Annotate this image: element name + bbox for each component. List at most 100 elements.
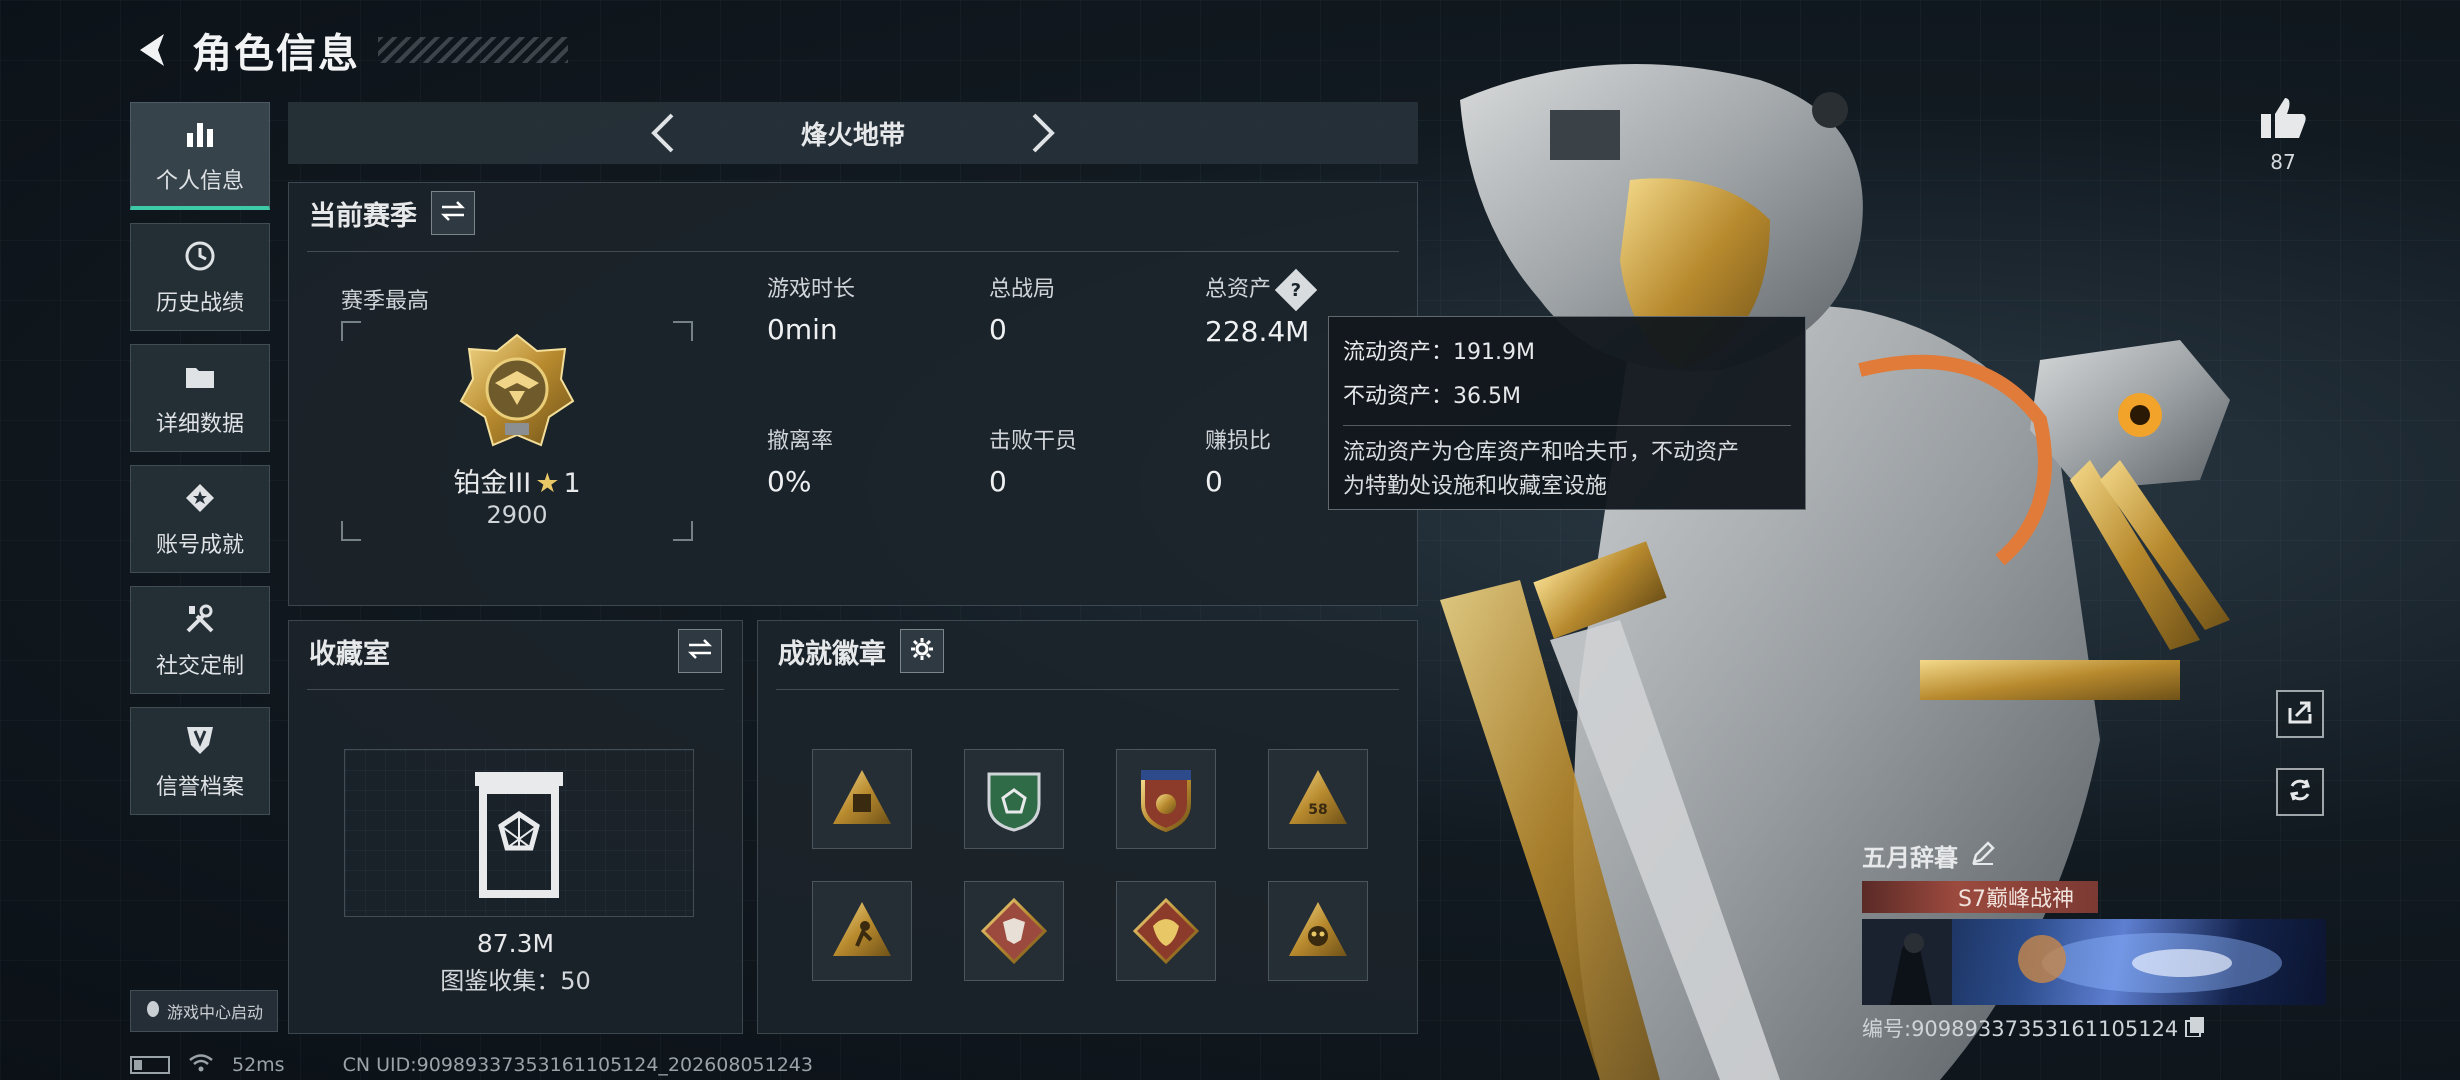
swap-icon (440, 200, 466, 226)
season-title-text: S7巅峰战神 (1958, 887, 2074, 912)
player-uid-line: 编号:909893373531611051​24 (1862, 1013, 2326, 1043)
tools-icon (181, 600, 219, 638)
ping-value: 52ms (232, 1054, 285, 1076)
stat-label: 游戏时长 (767, 277, 856, 302)
header: 角色信息 (130, 20, 568, 80)
stat-play-time: 游戏时长 0min (767, 271, 855, 346)
stat-kills: 击败干员 0 (989, 423, 1077, 498)
collection-panel[interactable]: 收藏室 87.3M 图鉴收集：50 (288, 620, 743, 1034)
stat-label: 总资产 (1205, 277, 1272, 302)
game-center-launch-button[interactable]: 游戏中心启动 (130, 990, 278, 1032)
season-switch-button[interactable] (431, 191, 475, 235)
tooltip-description-line: 为特勤处设施和收藏室设施 (1343, 474, 1608, 499)
season-title-badge: S7巅峰战神 (1862, 881, 2098, 913)
player-banner[interactable] (1862, 919, 2326, 1005)
sidebar-item-details[interactable]: 详细数据 (130, 344, 270, 452)
mode-prev-button[interactable] (631, 102, 693, 164)
stat-label: 击败干员 (989, 429, 1078, 454)
collection-preview (344, 749, 694, 917)
assets-tooltip: 流动资产：191.9M 不动资产：36.5M 流动资产为仓库资产和哈夫币，不动资… (1328, 316, 1806, 510)
divider (776, 689, 1399, 690)
wolf-badge-icon[interactable] (964, 881, 1064, 981)
help-icon[interactable]: ? (1274, 268, 1318, 312)
folder-icon (181, 358, 219, 396)
sidebar-item-label: 信誉档案 (155, 775, 244, 800)
rank-name-line: 铂金III ★ 1 (341, 461, 693, 500)
sidebar-item-label: 历史战绩 (155, 291, 244, 316)
refresh-button[interactable] (2276, 768, 2324, 816)
sidebar-item-achievements[interactable]: 账号成就 (130, 465, 270, 573)
stat-value: 0 (989, 313, 1007, 346)
collection-value: 87.3M (476, 929, 555, 958)
stat-extract-rate: 撤离率 0% (767, 423, 833, 498)
rank-points: 2900 (486, 501, 548, 529)
sidebar-item-label: 详细数据 (155, 412, 244, 437)
rank-name: 铂金III (453, 468, 532, 499)
player-card: 五月辞暮 S7巅峰战神 编号:909893373531611051​24 (1862, 838, 2326, 1043)
stat-value: 0 (989, 465, 1007, 498)
dragon-badge-icon[interactable] (1116, 881, 1216, 981)
shield-icon (181, 721, 219, 759)
stat-label: 总战局 (989, 277, 1056, 302)
vault-icon (475, 772, 563, 898)
season-title: 当前赛季 (309, 200, 417, 232)
sidebar-item-history[interactable]: 历史战绩 (130, 223, 270, 331)
back-arrow-icon[interactable] (130, 26, 178, 74)
stat-value: 0% (767, 465, 812, 498)
player-uid: 编号:909893373531611051​24 (1862, 1017, 2179, 1041)
bar-chart-icon (181, 115, 219, 153)
battery-icon (130, 1056, 170, 1074)
star-icon: ★ (535, 468, 560, 499)
collection-title: 收藏室 (309, 638, 390, 670)
stat-label: 赚损比 (1205, 429, 1272, 454)
mode-selector: 烽火地带 (288, 102, 1418, 164)
number-badge-icon[interactable]: 58 (1268, 749, 1368, 849)
page-title: 角色信息 (192, 31, 360, 77)
mode-title: 烽火地带 (800, 120, 905, 151)
sidebar-item-reputation[interactable]: 信誉档案 (130, 707, 270, 815)
wifi-icon (188, 1053, 214, 1078)
collection-count: 图鉴收集：50 (440, 967, 591, 995)
banner-art (1862, 919, 2282, 1005)
stat-profit-ratio: 赚损比 0 (1205, 423, 1271, 498)
achievement-icon (181, 479, 219, 517)
rank-display: 铂金III ★ 1 2900 (341, 321, 693, 541)
like-widget[interactable]: 87 (2258, 96, 2308, 174)
tooltip-liquid-assets: 流动资产：191.9M (1343, 340, 1535, 365)
skull-badge-icon[interactable] (1268, 881, 1368, 981)
thumbs-up-icon (2259, 98, 2307, 144)
penguin-icon (145, 1000, 161, 1022)
sidebar: 个人信息 历史战绩 详细数据 账号成就 社交定制 信誉档案 (130, 102, 270, 828)
climber-badge-icon[interactable] (812, 881, 912, 981)
footer-uid: CN UID:909893373531611051​24_20260805124… (342, 1054, 813, 1076)
platinum-rank-emblem-icon (459, 333, 575, 447)
star-shield-badge-icon[interactable] (1116, 749, 1216, 849)
green-shield-badge-icon[interactable] (964, 749, 1064, 849)
triangle-badge-icon[interactable] (812, 749, 912, 849)
like-count: 87 (2270, 150, 2296, 174)
divider (307, 689, 724, 690)
rank-stars: 1 (563, 468, 581, 499)
title-decoration (378, 37, 568, 63)
edit-icon[interactable] (1970, 840, 1996, 872)
collection-switch-button[interactable] (678, 629, 722, 673)
game-center-label: 游戏中心启动 (166, 1003, 263, 1022)
sidebar-item-personal-info[interactable]: 个人信息 (130, 102, 270, 210)
sidebar-item-label: 社交定制 (155, 654, 244, 679)
tooltip-fixed-assets: 不动资产：36.5M (1343, 384, 1521, 409)
tooltip-description-line: 流动资产为仓库资产和哈夫币，不动资产 (1343, 440, 1740, 465)
clock-icon (181, 237, 219, 275)
sidebar-item-social[interactable]: 社交定制 (130, 586, 270, 694)
mode-next-button[interactable] (1013, 102, 1075, 164)
player-name: 五月辞暮 (1862, 844, 1958, 872)
refresh-icon (2286, 776, 2314, 808)
achievement-badges-panel: 成就徽章 58 (757, 620, 1418, 1034)
badges-settings-button[interactable] (900, 629, 944, 673)
stat-value: 228.4M (1205, 315, 1310, 348)
share-icon (2286, 698, 2314, 730)
share-button[interactable] (2276, 690, 2324, 738)
copy-icon[interactable] (2184, 1015, 2206, 1042)
season-panel: 当前赛季 赛季最高 铂金III ★ 1 2900 游戏时长 0min 总战局 0 总… (288, 182, 1418, 606)
sidebar-item-label: 账号成就 (155, 533, 244, 558)
gear-icon (909, 636, 935, 666)
